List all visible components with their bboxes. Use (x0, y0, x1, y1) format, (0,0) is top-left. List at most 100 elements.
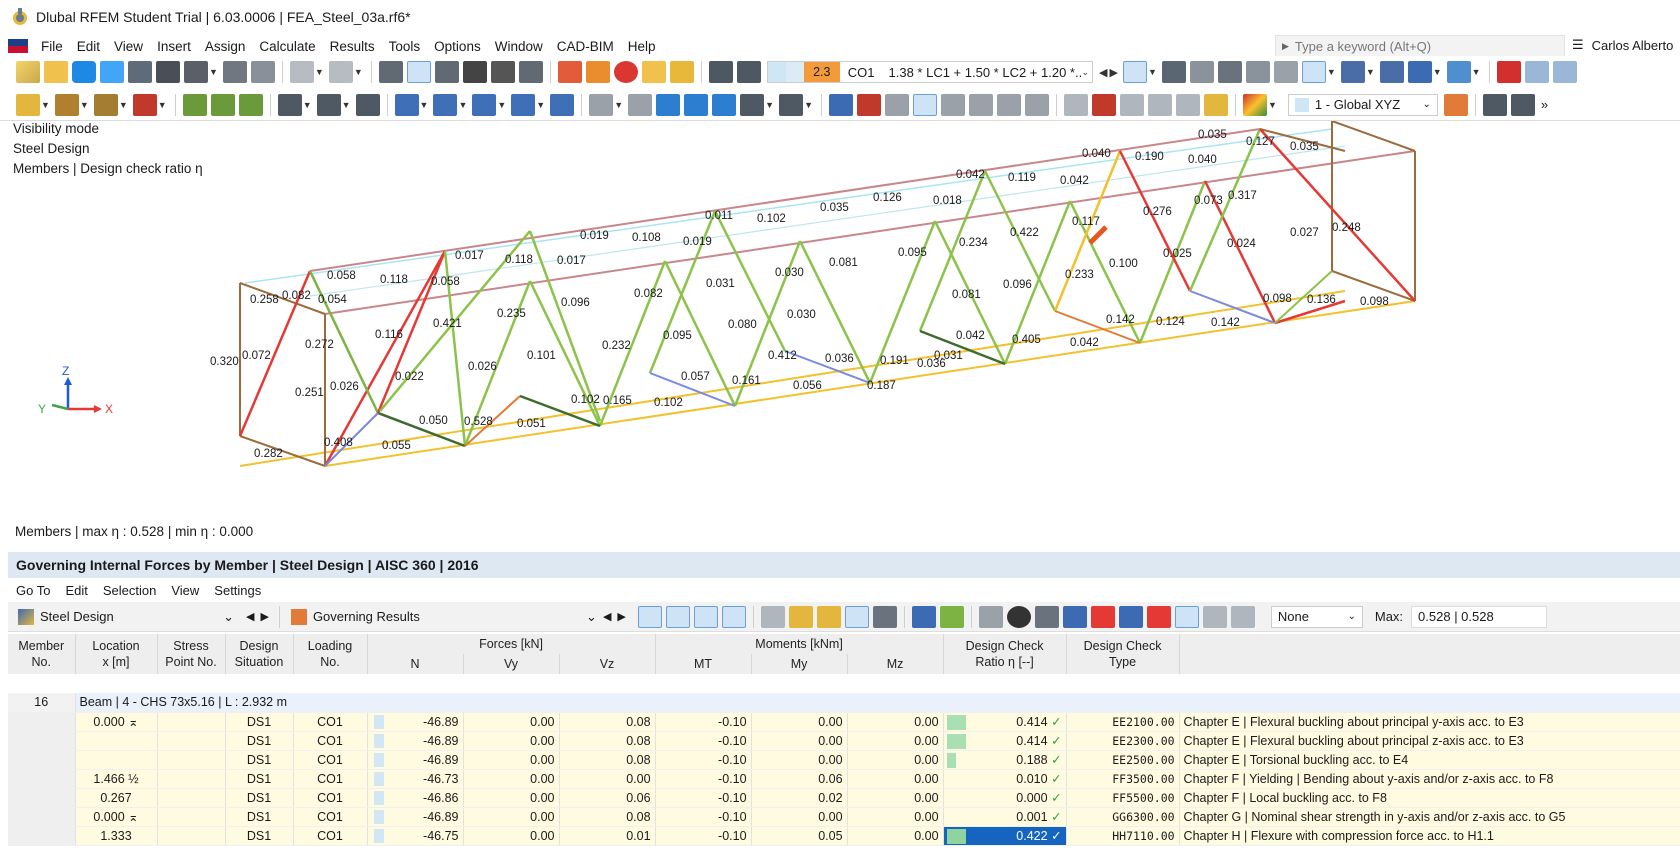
chevron-down-icon[interactable]: ▼ (1366, 67, 1375, 77)
more-tools-icon[interactable] (1552, 61, 1577, 83)
row-mz[interactable]: 0.00 (847, 769, 944, 789)
row-mz[interactable]: 0.00 (847, 731, 944, 751)
chevron-down-icon[interactable]: ▼ (41, 100, 50, 110)
next-arrow-icon[interactable]: ▶ (260, 610, 268, 623)
row-my[interactable]: 0.05 (751, 826, 848, 846)
ruler-icon[interactable] (884, 93, 909, 116)
col-mt[interactable]: MT (655, 654, 752, 674)
row-loading[interactable]: CO1 (293, 826, 368, 846)
calculate-icon[interactable] (585, 61, 610, 83)
row-check-type[interactable]: EE2500.00 (1066, 750, 1180, 770)
webservice-icon[interactable] (100, 61, 124, 83)
result-values-icon[interactable] (1189, 61, 1214, 83)
decimal-places-icon[interactable] (939, 605, 964, 628)
row-my[interactable]: 0.02 (751, 788, 848, 808)
row-design-situation[interactable]: DS1 (225, 769, 294, 789)
row-check-type[interactable]: EE2100.00 (1066, 712, 1180, 732)
section-profile-icon[interactable] (684, 93, 709, 116)
properties-icon[interactable] (434, 61, 459, 83)
row-my[interactable]: 0.00 (751, 731, 848, 751)
row-member-no[interactable] (8, 826, 76, 846)
row-check-description[interactable]: Chapter F | Yielding | Bending about y-a… (1179, 769, 1680, 789)
user-coord-icon[interactable] (1443, 93, 1468, 116)
row-vz[interactable]: 0.00 (559, 769, 656, 789)
model-viewport[interactable]: Visibility mode Steel Design Members | D… (0, 121, 1680, 541)
menu-results[interactable]: Results (323, 39, 382, 54)
transparency-icon[interactable] (940, 93, 965, 116)
row-mz[interactable]: 0.00 (847, 826, 944, 846)
col-n[interactable]: N (367, 654, 464, 674)
chevron-down-icon[interactable]: ⌄ (1082, 67, 1090, 78)
imposed-deformation-icon[interactable] (589, 93, 614, 116)
new-model-icon[interactable] (16, 61, 40, 83)
prev-arrow-icon[interactable]: ◀ (603, 610, 611, 623)
col-vy[interactable]: Vy (463, 654, 560, 674)
overflow-icon[interactable]: » (1541, 97, 1548, 112)
row-ratio[interactable]: 0.010 ✓ (943, 769, 1067, 789)
solid-view-icon[interactable] (968, 93, 993, 116)
deformation-icon[interactable] (1217, 61, 1242, 83)
result-labels-icon[interactable] (1379, 61, 1404, 83)
table-row[interactable]: DS1 CO1 -46.89 0.00 0.08 -0.10 0.00 0.00 0.414 ✓ E… (8, 731, 1680, 751)
result-type-select[interactable]: Governing Results ⌄ (285, 605, 603, 629)
dimension-icon[interactable] (277, 93, 302, 116)
coloring-icon[interactable] (1446, 61, 1471, 83)
node-icon[interactable] (16, 93, 40, 116)
menu-options[interactable]: Options (427, 39, 488, 54)
layout-icon[interactable] (1482, 93, 1507, 116)
row-n[interactable]: -46.73 (367, 769, 464, 789)
row-mt[interactable]: -0.10 (655, 731, 752, 751)
row-location[interactable]: 0.000 ⌅ (75, 807, 158, 827)
save-icon[interactable] (156, 61, 180, 83)
coordinate-system-icon[interactable] (628, 93, 653, 116)
settings-icon[interactable] (1510, 93, 1535, 116)
row-vz[interactable]: 0.08 (559, 807, 656, 827)
menu-insert[interactable]: Insert (150, 39, 198, 54)
column-settings-icon[interactable] (844, 605, 869, 628)
member-load-icon[interactable] (433, 93, 458, 116)
row-vy[interactable]: 0.00 (463, 750, 560, 770)
color-scale-icon[interactable] (1242, 93, 1267, 116)
row-location[interactable]: 0.267 (75, 788, 158, 808)
report-icon[interactable] (128, 61, 152, 83)
values-icon[interactable] (721, 605, 746, 628)
surface-support-icon[interactable] (238, 93, 263, 116)
col-design-situation[interactable]: Design Situation (225, 634, 294, 674)
rebar-icon[interactable] (1063, 93, 1088, 116)
chevron-down-icon[interactable]: ▼ (458, 100, 467, 110)
wireframe-icon[interactable] (779, 93, 804, 116)
row-loading[interactable]: CO1 (293, 750, 368, 770)
table-row[interactable]: DS1 CO1 -46.89 0.00 0.08 -0.10 0.00 0.00 0.188 ✓ E… (8, 750, 1680, 770)
selected-member-marker[interactable] (1088, 225, 1108, 245)
animation-icon[interactable] (1340, 61, 1365, 83)
row-loading[interactable]: CO1 (293, 712, 368, 732)
open-folder-icon[interactable] (44, 61, 68, 83)
panel-menu-settings[interactable]: Settings (214, 583, 261, 598)
col-my[interactable]: My (751, 654, 848, 674)
panel-menu-goto[interactable]: Go To (16, 583, 50, 598)
row-n[interactable]: -46.89 (367, 807, 464, 827)
table-row[interactable]: 1.466 ½ DS1 CO1 -46.73 0.00 0.00 -0.10 0.06 0.00… (8, 769, 1680, 789)
ix-icon[interactable] (1062, 605, 1087, 628)
next-arrow-icon[interactable]: ▶ (1110, 66, 1118, 79)
filter-off-icon[interactable] (1202, 605, 1227, 628)
row-stress-point[interactable] (157, 826, 226, 846)
row-n[interactable]: -46.89 (367, 750, 464, 770)
col-location[interactable]: Location x [m] (75, 634, 158, 674)
row-n[interactable]: -46.89 (367, 712, 464, 732)
row-loading[interactable]: CO1 (293, 807, 368, 827)
load-cases-icon[interactable] (708, 61, 733, 83)
chevron-down-icon[interactable]: ▼ (119, 100, 128, 110)
row-design-situation[interactable]: DS1 (225, 731, 294, 751)
load-case-selector[interactable]: 2.3 CO1 1.38 * LC1 + 1.50 * LC2 + 1.20 *… (766, 61, 1094, 83)
chevron-down-icon[interactable]: ▼ (1148, 67, 1157, 77)
menu-help[interactable]: Help (621, 39, 663, 54)
max-value-field[interactable]: 0.528 | 0.528 (1411, 605, 1548, 628)
next-arrow-icon[interactable]: ▶ (617, 610, 625, 623)
diagonal-icon[interactable] (1024, 93, 1049, 116)
row-design-situation[interactable]: DS1 (225, 712, 294, 732)
show-results-icon[interactable] (1161, 61, 1186, 83)
row-vz[interactable]: 0.08 (559, 712, 656, 732)
row-loading[interactable]: CO1 (293, 788, 368, 808)
filter-active-icon[interactable] (1174, 605, 1199, 628)
